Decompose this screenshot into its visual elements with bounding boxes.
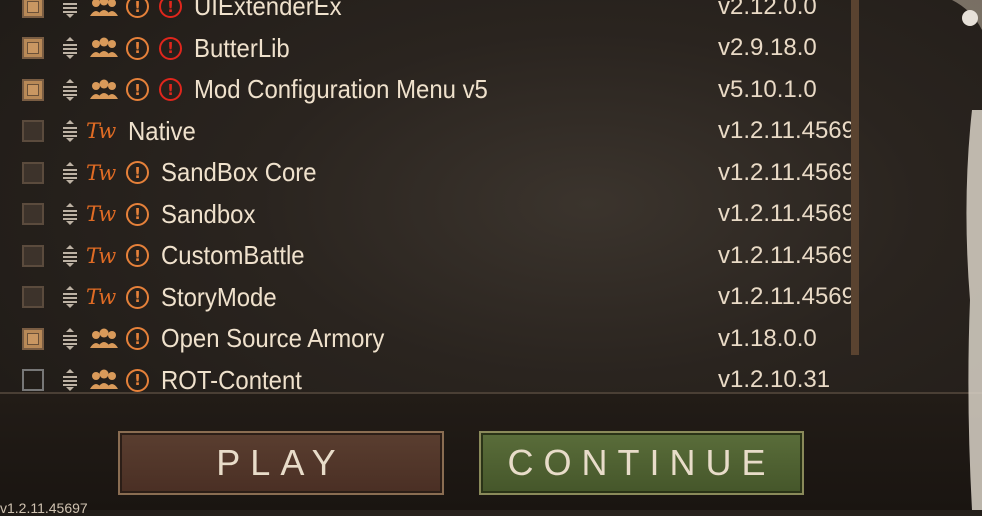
mod-name: StoryMode (161, 281, 277, 312)
drag-handle-icon[interactable] (60, 36, 80, 60)
mod-name: Open Source Armory (161, 323, 385, 353)
mod-version: v1.2.11.45697 (718, 158, 858, 186)
mod-version: v2.9.18.0 (718, 34, 817, 61)
mod-enable-checkbox[interactable] (22, 369, 44, 391)
mod-row[interactable]: Tw Native v1.2.11.45697 (0, 111, 860, 152)
warning-icon[interactable]: ! (126, 327, 149, 350)
mod-enable-checkbox[interactable] (22, 203, 44, 225)
drag-handle-icon[interactable] (60, 119, 80, 143)
error-icon[interactable]: ! (159, 0, 182, 18)
warning-icon[interactable]: ! (126, 244, 149, 267)
drag-handle-icon[interactable] (60, 368, 80, 392)
warning-icon[interactable]: ! (126, 202, 149, 226)
taleworlds-icon: Tw (86, 243, 116, 268)
mod-enable-checkbox[interactable] (22, 286, 44, 308)
mod-row[interactable]: !! Mod Configuration Menu v5 v5.10.1.0 (0, 69, 860, 110)
mod-name: ButterLib (194, 32, 290, 63)
mod-enable-checkbox[interactable] (22, 37, 44, 59)
warning-icon[interactable]: ! (126, 0, 149, 18)
drag-handle-icon[interactable] (60, 327, 80, 351)
warning-icon[interactable]: ! (126, 36, 149, 60)
mod-version: v2.12.0.0 (718, 0, 817, 20)
mod-version: v1.2.11.45697 (718, 200, 858, 227)
drag-handle-icon[interactable] (60, 202, 80, 226)
mod-row[interactable]: ! ROT-Content v1.2.10.31 (0, 360, 860, 393)
mod-enable-checkbox[interactable] (22, 161, 44, 184)
error-icon[interactable]: ! (159, 78, 182, 101)
community-icon (88, 369, 120, 391)
mod-name: SandBox Core (161, 157, 317, 187)
mod-enable-checkbox[interactable] (22, 0, 44, 18)
taleworlds-icon: Tw (86, 160, 116, 185)
continue-button[interactable]: CONTINUE (479, 431, 804, 495)
mod-version: v5.10.1.0 (718, 75, 817, 103)
warning-icon[interactable]: ! (126, 368, 149, 392)
community-icon (88, 79, 120, 101)
mod-row[interactable]: Tw! SandBox Core v1.2.11.45697 (0, 152, 860, 193)
launcher-window: !! UIExtenderEx v2.12.0.0!! ButterLib v2.9.1… (0, 0, 982, 516)
warning-icon[interactable]: ! (126, 285, 149, 309)
mod-enable-checkbox[interactable] (22, 327, 44, 350)
taleworlds-icon: Tw (86, 119, 116, 143)
drag-handle-icon[interactable] (60, 0, 80, 19)
mod-row[interactable]: Tw! Sandbox v1.2.11.45697 (0, 194, 860, 235)
mod-enable-checkbox[interactable] (22, 120, 44, 142)
mod-name: CustomBattle (161, 240, 305, 270)
mod-row[interactable]: !! ButterLib v2.9.18.0 (0, 28, 860, 69)
error-icon[interactable]: ! (159, 36, 182, 60)
mod-row[interactable]: !! UIExtenderEx v2.12.0.0 (0, 0, 860, 27)
drag-handle-icon[interactable] (60, 161, 80, 185)
decorative-character-art (952, 0, 982, 510)
mod-version: v1.18.0.0 (718, 324, 817, 352)
community-icon (88, 328, 120, 350)
mod-row[interactable]: ! Open Source Armory v1.18.0.0 (0, 318, 860, 359)
play-button[interactable]: PLAY (118, 431, 444, 495)
drag-handle-icon[interactable] (60, 78, 80, 102)
game-version-label: v1.2.11.45697 (0, 500, 88, 516)
mod-version: v1.2.11.45697 (718, 117, 858, 144)
mod-list[interactable]: !! UIExtenderEx v2.12.0.0!! ButterLib v2.9.1… (0, 0, 860, 392)
community-icon (88, 0, 120, 18)
mod-name: Mod Configuration Menu v5 (194, 74, 488, 104)
taleworlds-icon: Tw (86, 285, 116, 309)
warning-icon[interactable]: ! (126, 161, 149, 184)
mod-enable-checkbox[interactable] (22, 244, 44, 267)
drag-handle-icon[interactable] (60, 244, 80, 268)
warning-icon[interactable]: ! (126, 78, 149, 101)
mod-row[interactable]: Tw! StoryMode v1.2.11.45697 (0, 277, 860, 318)
mod-name: UIExtenderEx (194, 0, 342, 21)
mod-version: v1.2.11.45697 (718, 241, 858, 269)
mod-name: Native (128, 115, 196, 146)
mod-name: ROT-Content (161, 364, 302, 393)
drag-handle-icon[interactable] (60, 285, 80, 309)
mod-name: Sandbox (161, 198, 256, 229)
mod-enable-checkbox[interactable] (22, 78, 44, 101)
mod-row[interactable]: Tw! CustomBattle v1.2.11.45697 (0, 235, 860, 276)
mod-version: v1.2.10.31 (718, 366, 831, 392)
scrollbar-thumb[interactable] (851, 0, 859, 355)
community-icon (88, 37, 120, 59)
taleworlds-icon: Tw (86, 202, 116, 226)
mod-version: v1.2.11.45697 (718, 283, 858, 310)
